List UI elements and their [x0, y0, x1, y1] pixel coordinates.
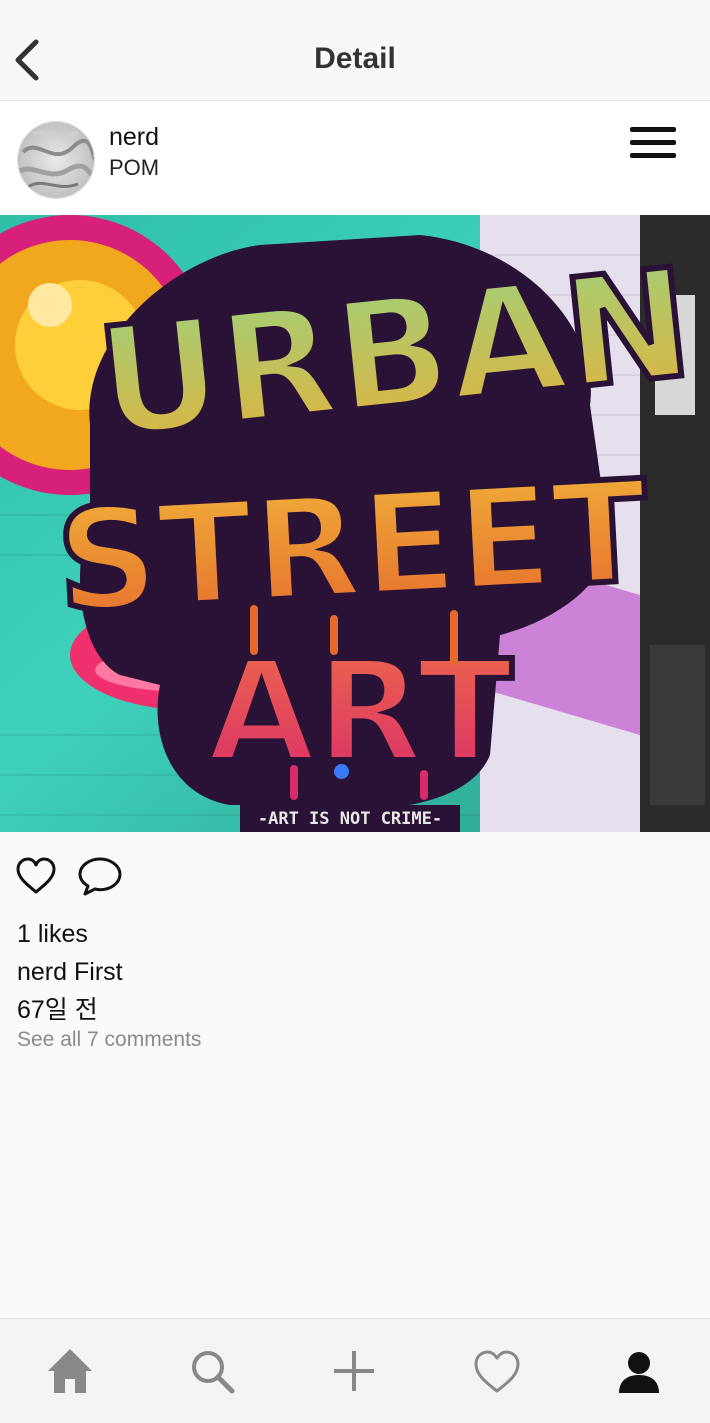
post-username[interactable]: nerd	[109, 123, 159, 152]
heart-icon[interactable]	[15, 856, 57, 896]
avatar-image	[18, 122, 94, 198]
bottom-tab-bar	[0, 1318, 710, 1423]
graffiti-tagline: -ART IS NOT CRIME-	[258, 809, 442, 829]
avatar[interactable]	[17, 121, 95, 199]
caption-text: First	[74, 958, 123, 986]
plus-icon[interactable]	[324, 1341, 384, 1401]
menu-bar	[630, 127, 676, 132]
menu-bar	[630, 140, 676, 145]
post-time: 67일 전	[17, 996, 98, 1024]
post-actions	[0, 850, 710, 910]
caption: nerd First	[17, 958, 123, 987]
graffiti-line-2: STREET	[53, 451, 652, 645]
caption-username[interactable]: nerd	[17, 958, 67, 986]
page-title: Detail	[314, 42, 396, 75]
see-all-comments-link[interactable]: See all 7 comments	[17, 1028, 201, 1052]
post-subtitle: POM	[109, 155, 160, 180]
top-nav-bar: Detail	[0, 0, 710, 101]
graffiti-artwork: URBAN STREET ART -ART IS NOT CRIME-	[0, 215, 710, 832]
hamburger-menu-icon[interactable]	[630, 127, 676, 163]
search-icon[interactable]	[182, 1341, 242, 1401]
graffiti-line-3: ART	[207, 631, 512, 794]
carousel-indicator-dot	[334, 764, 349, 779]
home-icon[interactable]	[40, 1341, 100, 1401]
post-image[interactable]: URBAN STREET ART -ART IS NOT CRIME-	[0, 215, 710, 832]
likes-count[interactable]: 1 likes	[17, 920, 88, 949]
heart-icon[interactable]	[467, 1341, 527, 1401]
post-header: nerd POM	[0, 101, 710, 215]
comment-icon[interactable]	[77, 855, 123, 897]
profile-icon[interactable]	[609, 1341, 669, 1401]
menu-bar	[630, 153, 676, 158]
